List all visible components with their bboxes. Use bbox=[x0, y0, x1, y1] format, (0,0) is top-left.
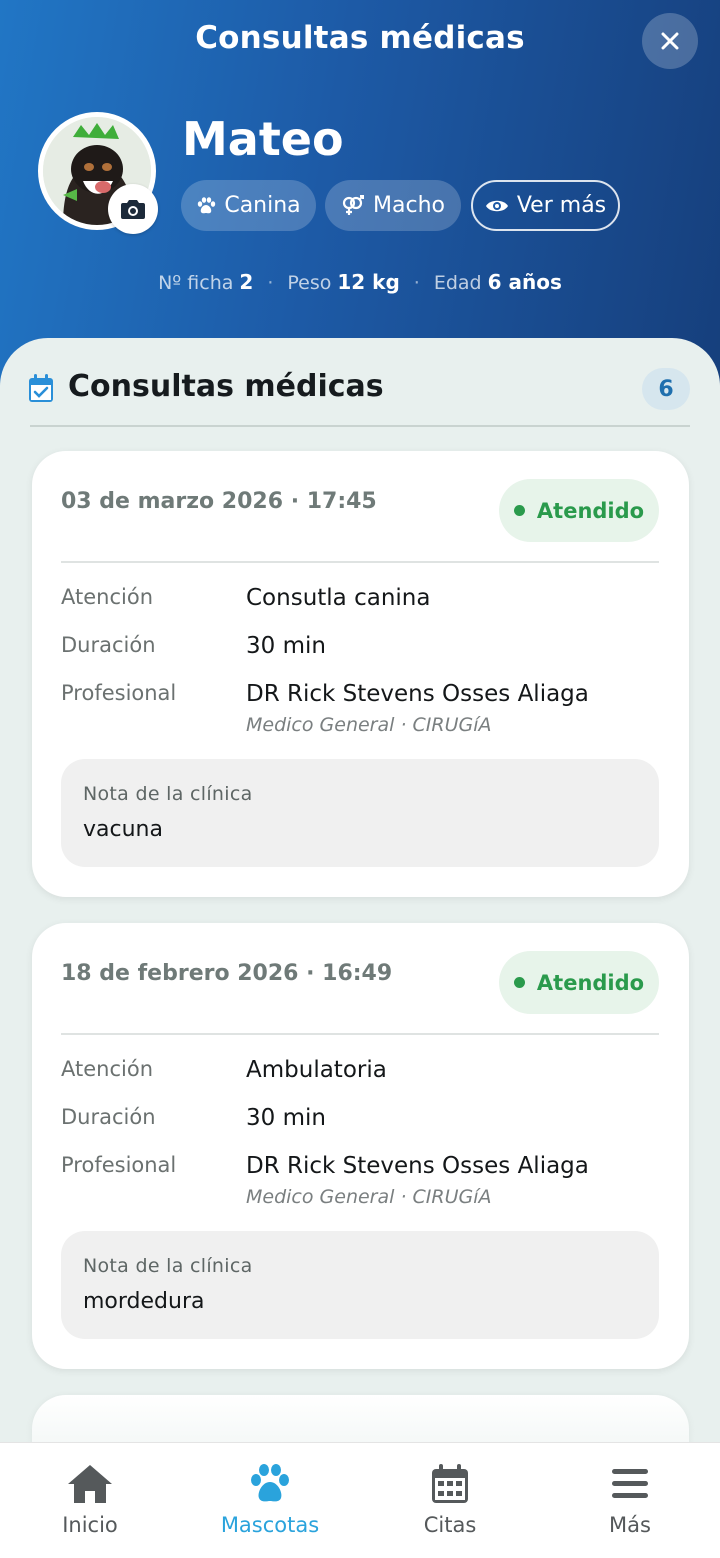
nav-item-more[interactable]: Más bbox=[540, 1443, 720, 1558]
note-text: mordedura bbox=[83, 1289, 205, 1314]
duration-value: 30 min bbox=[246, 1105, 326, 1131]
paw-icon bbox=[198, 196, 216, 213]
card-divider bbox=[61, 561, 659, 563]
consultation-date: 18 de febrero 2026 · 16:49 bbox=[61, 961, 393, 986]
section-title: Consultas médicas bbox=[68, 369, 384, 404]
camera-icon bbox=[121, 200, 145, 219]
paw-icon bbox=[251, 1464, 289, 1502]
bottom-navigation: Inicio Mascotas Citas Más bbox=[0, 1442, 720, 1558]
page-title: Consultas médicas bbox=[195, 20, 525, 56]
status-badge: Atendido bbox=[499, 479, 659, 542]
menu-icon bbox=[612, 1469, 648, 1498]
nav-item-appointments[interactable]: Citas bbox=[360, 1443, 540, 1558]
home-icon bbox=[68, 1465, 112, 1503]
nav-label: Citas bbox=[423, 1513, 477, 1537]
professional-specialty: Medico General · CIRUGíA bbox=[246, 1186, 492, 1208]
consultation-date: 03 de marzo 2026 · 17:45 bbox=[61, 489, 377, 514]
separator-dot: · bbox=[267, 272, 274, 294]
stat-weight: Peso 12 kg bbox=[287, 270, 400, 294]
attention-value: Ambulatoria bbox=[246, 1057, 387, 1083]
status-badge: Atendido bbox=[499, 951, 659, 1014]
card-divider bbox=[61, 1033, 659, 1035]
note-label: Nota de la clínica bbox=[83, 1255, 253, 1277]
duration-value: 30 min bbox=[246, 633, 326, 659]
close-icon bbox=[661, 32, 679, 50]
professional-name: DR Rick Stevens Osses Aliaga bbox=[246, 1153, 589, 1179]
professional-name: DR Rick Stevens Osses Aliaga bbox=[246, 681, 589, 707]
note-text: vacuna bbox=[83, 817, 163, 842]
see-more-label: Ver más bbox=[516, 193, 607, 218]
clinic-note: Nota de la clínica vacuna bbox=[61, 759, 659, 867]
change-photo-button[interactable] bbox=[108, 184, 158, 234]
separator-dot: · bbox=[413, 272, 420, 294]
attention-label: Atención bbox=[61, 1057, 153, 1081]
professional-label: Profesional bbox=[61, 681, 177, 705]
stat-age: Edad 6 años bbox=[433, 270, 562, 294]
pet-avatar-container bbox=[38, 112, 158, 234]
attention-label: Atención bbox=[61, 585, 153, 609]
sex-chip: Macho bbox=[325, 180, 461, 231]
duration-label: Duración bbox=[61, 1105, 156, 1129]
duration-label: Duración bbox=[61, 633, 156, 657]
consultation-card[interactable]: 18 de febrero 2026 · 16:49 Atendido Aten… bbox=[32, 923, 689, 1369]
species-chip: Canina bbox=[181, 180, 316, 231]
attention-value: Consutla canina bbox=[246, 585, 431, 611]
nav-item-pets[interactable]: Mascotas bbox=[180, 1443, 360, 1558]
calendar-icon bbox=[432, 1464, 468, 1503]
status-dot bbox=[513, 977, 525, 988]
close-button[interactable] bbox=[642, 13, 698, 69]
consultation-card[interactable]: 03 de marzo 2026 · 17:45 Atendido Atenci… bbox=[32, 451, 689, 897]
nav-label: Más bbox=[609, 1513, 651, 1537]
professional-label: Profesional bbox=[61, 1153, 177, 1177]
status-dot bbox=[513, 505, 525, 516]
species-label: Canina bbox=[224, 193, 301, 218]
section-divider bbox=[30, 425, 690, 427]
gender-icon bbox=[342, 194, 365, 215]
clinic-note: Nota de la clínica mordedura bbox=[61, 1231, 659, 1339]
nav-item-home[interactable]: Inicio bbox=[0, 1443, 180, 1558]
nav-label: Inicio bbox=[62, 1513, 118, 1537]
status-label: Atendido bbox=[536, 970, 645, 995]
see-more-button[interactable]: Ver más bbox=[471, 180, 620, 231]
status-label: Atendido bbox=[536, 498, 645, 523]
pet-stats: Nº ficha 2 · Peso 12 kg · Edad 6 años bbox=[0, 270, 720, 294]
stat-record-number: Nº ficha 2 bbox=[158, 270, 254, 294]
professional-specialty: Medico General · CIRUGíA bbox=[246, 714, 492, 736]
consultations-count-badge: 6 bbox=[642, 368, 690, 410]
calendar-check-icon bbox=[29, 374, 53, 402]
note-label: Nota de la clínica bbox=[83, 783, 253, 805]
sex-label: Macho bbox=[373, 193, 445, 218]
nav-label: Mascotas bbox=[220, 1513, 320, 1537]
eye-icon bbox=[485, 200, 508, 211]
pet-name: Mateo bbox=[182, 112, 344, 166]
